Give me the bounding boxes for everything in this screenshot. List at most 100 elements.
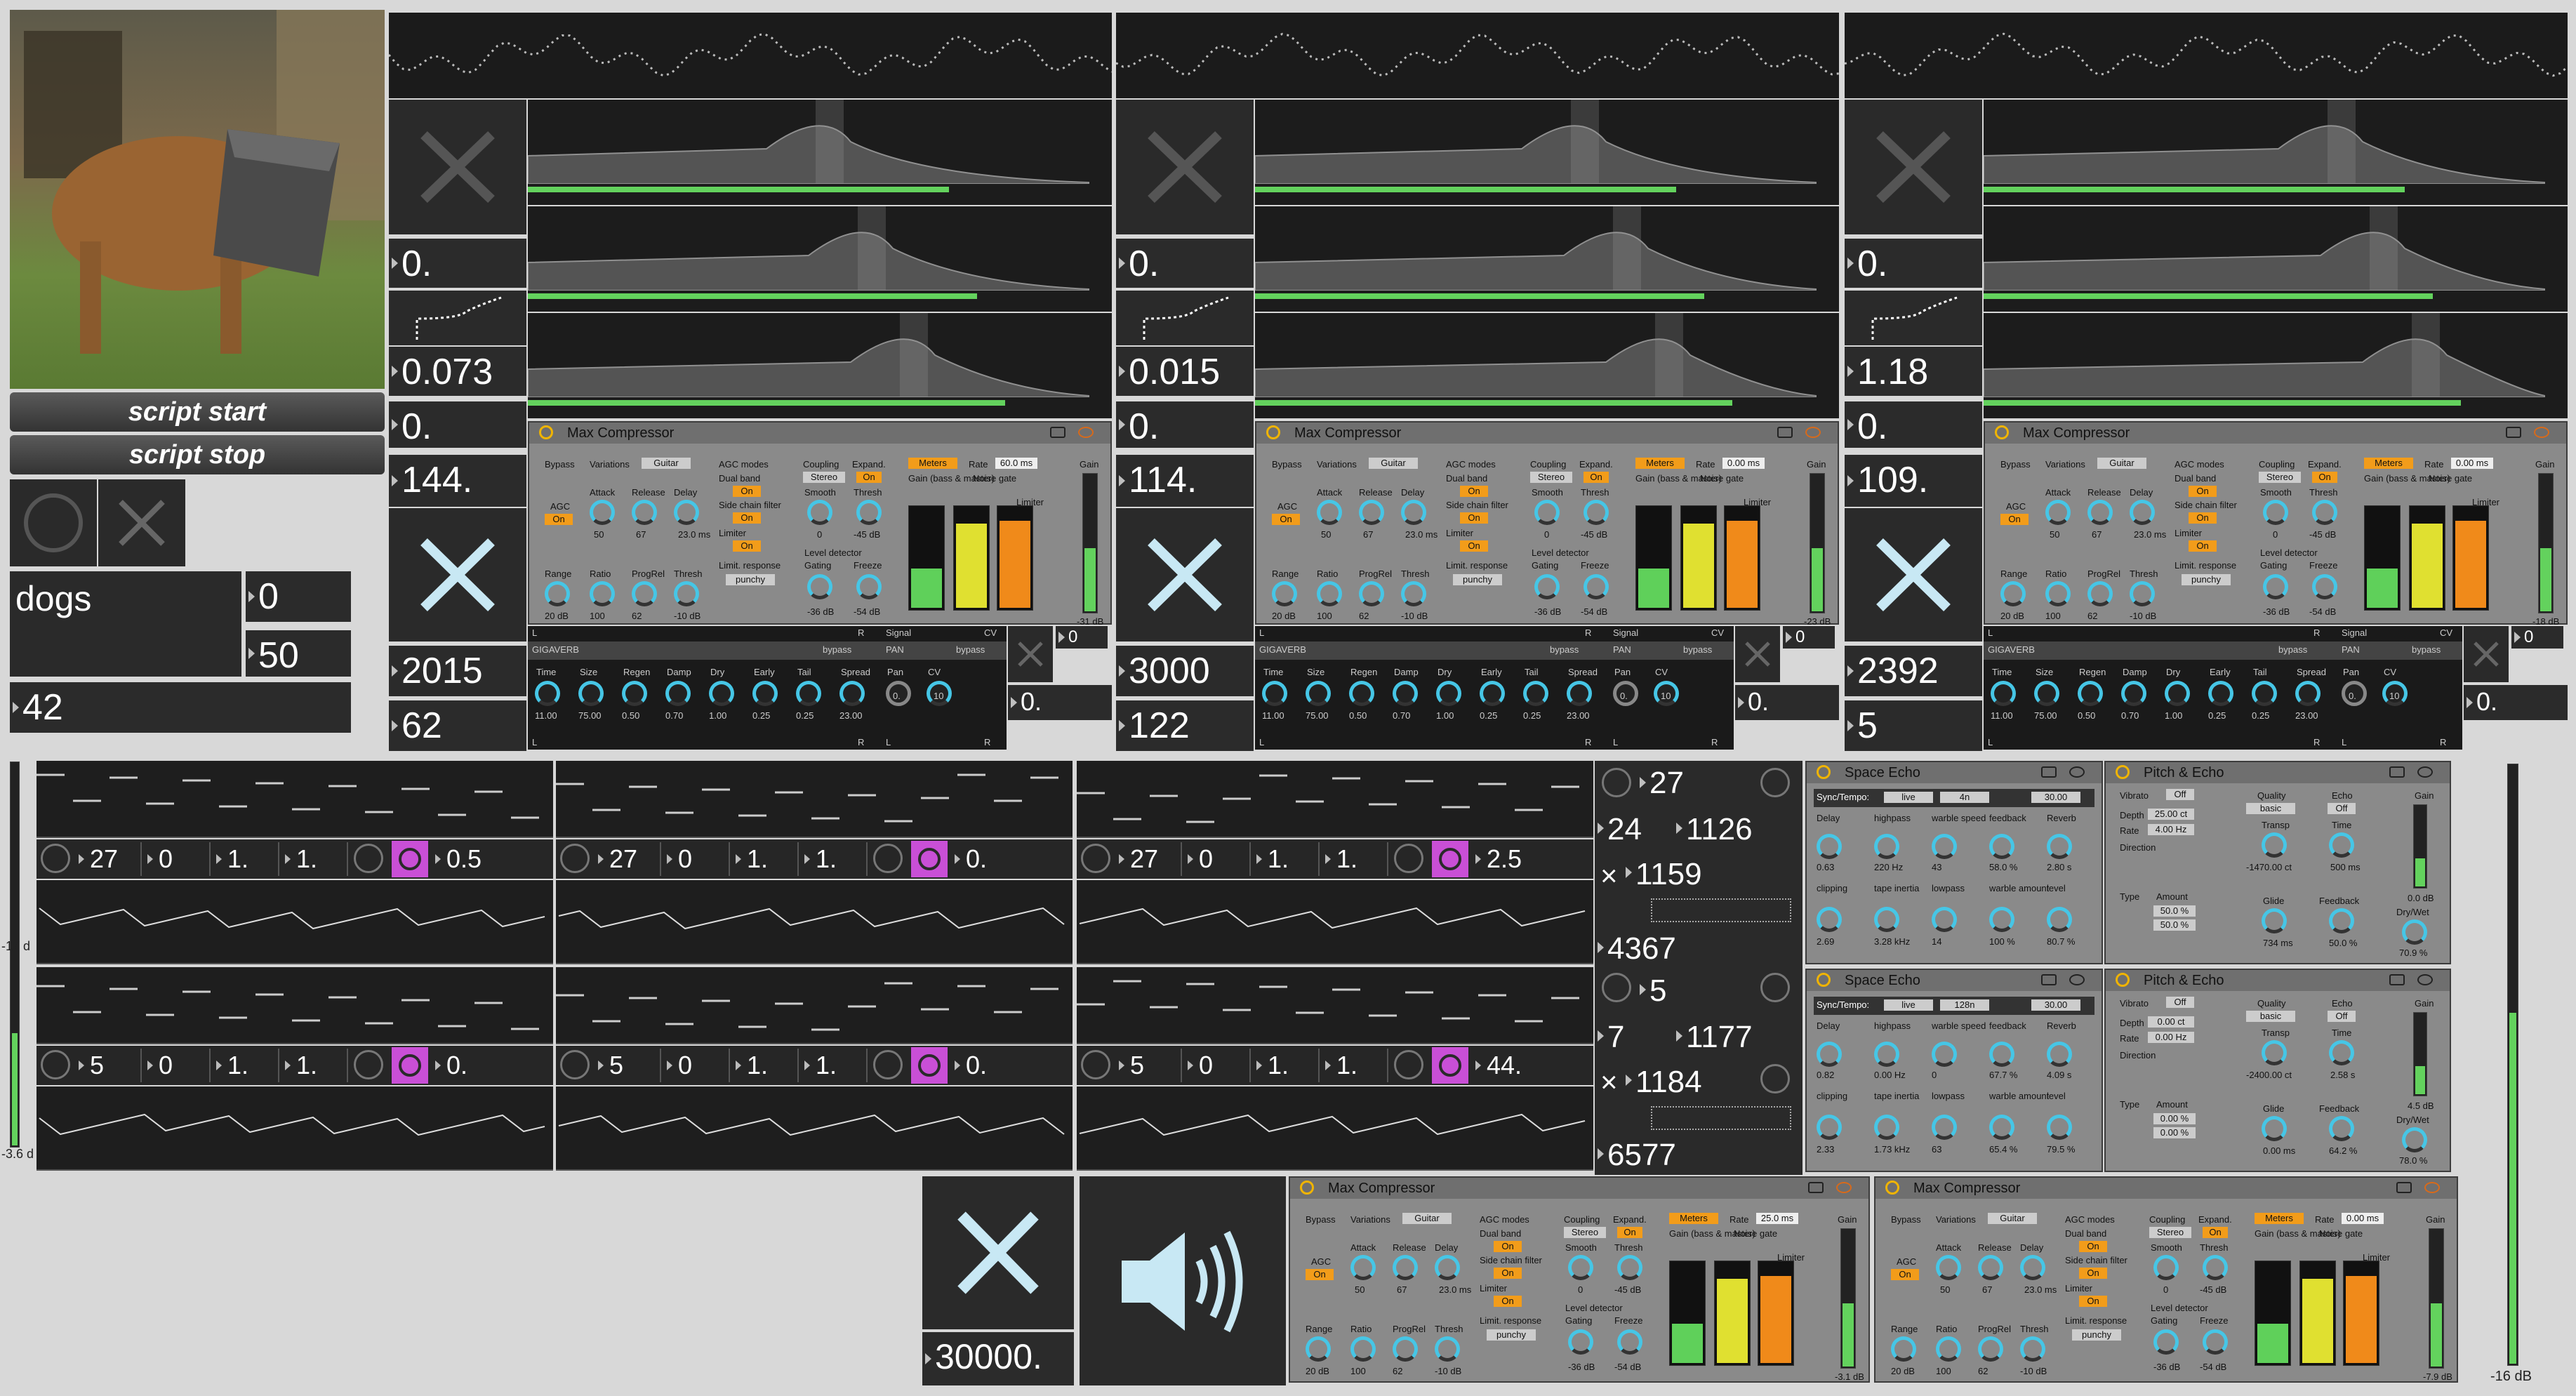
x-mark-1[interactable]: × [1600, 859, 1618, 893]
gv-size-knob[interactable] [578, 681, 604, 706]
release-knob[interactable] [632, 500, 657, 525]
num-r2-l[interactable]: 7 [1595, 1015, 1672, 1057]
small-x-toggle[interactable] [2464, 626, 2509, 682]
record-toggle[interactable] [392, 841, 428, 877]
track-toggle[interactable] [560, 1050, 590, 1079]
track-toggle-2[interactable] [873, 1050, 903, 1079]
filter-gain-bar[interactable] [1984, 293, 2433, 299]
filter-gain-bar[interactable] [528, 400, 1005, 406]
se-knob-b4[interactable] [2047, 907, 2072, 932]
ratio-knob[interactable] [1317, 581, 1342, 606]
filter-display[interactable] [1983, 100, 2568, 205]
se-knob-b2[interactable] [1932, 907, 1957, 932]
number-box-a[interactable]: 0 [246, 571, 351, 622]
delay-knob[interactable] [1435, 1255, 1460, 1280]
side-chain-toggle[interactable]: On [1494, 1268, 1522, 1279]
power-icon[interactable] [1995, 425, 2009, 439]
power-icon[interactable] [1266, 425, 1280, 439]
track-param-c[interactable]: 1. [212, 842, 279, 876]
track-param-e[interactable]: 0. [950, 842, 1071, 876]
feedback-knob[interactable] [2329, 908, 2354, 933]
small-num-2[interactable]: 0. [1735, 685, 1839, 720]
note-lane[interactable] [36, 761, 553, 838]
side-chain-toggle[interactable]: On [1460, 512, 1488, 524]
dual-band-toggle[interactable]: On [733, 486, 761, 497]
waveform-display[interactable] [387, 13, 1113, 98]
filter-gain-bar[interactable] [1984, 400, 2461, 406]
camera-icon[interactable] [2506, 427, 2521, 438]
camera-icon[interactable] [2396, 1182, 2412, 1193]
gv-early-knob[interactable] [1480, 681, 1505, 706]
track-param-b[interactable]: 0 [1183, 842, 1251, 876]
note-lane[interactable] [556, 967, 1073, 1044]
output-gain-fader[interactable] [2538, 473, 2554, 613]
freeze-knob[interactable] [856, 574, 882, 599]
smooth-knob[interactable] [807, 500, 832, 525]
thresh-knob[interactable] [2312, 500, 2337, 525]
gv-dry-knob[interactable] [1436, 681, 1461, 706]
curve-display[interactable] [389, 291, 526, 345]
camera-icon[interactable] [2389, 974, 2405, 985]
number-box-c[interactable]: 42 [10, 682, 351, 733]
velocity-graph[interactable] [1077, 880, 1593, 964]
track-param-c[interactable]: 1. [1252, 1049, 1320, 1082]
thresh-knob[interactable] [1401, 581, 1426, 606]
power-icon[interactable] [2116, 973, 2130, 987]
gv-damp-knob[interactable] [2121, 681, 2146, 706]
ratio-knob[interactable] [1936, 1336, 1961, 1362]
script-stop-button[interactable]: script stop [10, 435, 385, 474]
param-num-1[interactable]: 0. [1116, 239, 1254, 288]
se-knob-b2[interactable] [1932, 1115, 1957, 1140]
thresh-knob[interactable] [2020, 1336, 2045, 1362]
track-param-b[interactable]: 0 [663, 842, 730, 876]
gating-knob[interactable] [2153, 1329, 2179, 1355]
gating-knob[interactable] [1568, 1329, 1593, 1355]
se-knob-0[interactable] [1817, 1042, 1842, 1067]
gv-time-knob[interactable] [535, 681, 560, 706]
power-icon[interactable] [539, 425, 553, 439]
note-lane[interactable] [556, 761, 1073, 838]
param-num-4[interactable]: 114. [1116, 455, 1254, 507]
variation-select[interactable]: Guitar [1369, 458, 1418, 469]
filter-gain-bar[interactable] [1255, 187, 1676, 192]
dual-band-toggle[interactable]: On [2189, 486, 2217, 497]
gv-spread-knob[interactable] [1567, 681, 1592, 706]
gv-size-knob[interactable] [2034, 681, 2059, 706]
meters-toggle[interactable]: Meters [1669, 1213, 1718, 1224]
se-knob-0[interactable] [1817, 834, 1842, 859]
waveform-display[interactable] [1115, 13, 1840, 98]
num-r2-big[interactable]: 6577 [1595, 1133, 1802, 1175]
drywet-knob[interactable] [2402, 1127, 2427, 1152]
progrel-knob[interactable] [1978, 1336, 2003, 1362]
param-num-5[interactable]: 2392 [1845, 646, 1982, 696]
channel-enable-x[interactable] [1116, 508, 1254, 642]
release-knob[interactable] [1359, 500, 1384, 525]
gv-regen-knob[interactable] [2078, 681, 2103, 706]
gv-regen-knob[interactable] [1349, 681, 1374, 706]
se-knob-2[interactable] [1932, 1042, 1957, 1067]
power-icon[interactable] [1885, 1181, 1899, 1195]
division-select[interactable]: 128n [1940, 999, 1989, 1011]
small-num-2[interactable]: 0. [2464, 685, 2568, 720]
limit-response-select[interactable]: punchy [726, 574, 775, 585]
track-param-e[interactable]: 0. [950, 1049, 1071, 1082]
track-toggle[interactable] [41, 844, 70, 873]
curve-display[interactable] [1116, 291, 1254, 345]
param-num-2[interactable]: 0.015 [1116, 347, 1254, 396]
ratio-knob[interactable] [590, 581, 615, 606]
rate-field[interactable]: 0.00 Hz [2148, 1032, 2194, 1043]
toggle-2[interactable] [1760, 768, 1790, 797]
agc-on-toggle[interactable]: On [545, 514, 573, 525]
track-param-d[interactable]: 1. [800, 842, 868, 876]
channel-enable-x[interactable] [1845, 508, 1982, 642]
param-num-4[interactable]: 109. [1845, 455, 1982, 507]
script-start-button[interactable]: script start [10, 392, 385, 432]
record-toggle[interactable] [911, 1047, 948, 1084]
small-x-toggle[interactable] [1008, 626, 1053, 682]
gv-tail-knob[interactable] [796, 681, 821, 706]
range-knob[interactable] [1891, 1336, 1916, 1362]
feedback-knob[interactable] [2329, 1116, 2354, 1141]
track-param-a[interactable]: 27 [1115, 842, 1182, 876]
coupling-select[interactable]: Stereo [1530, 472, 1572, 483]
ratio-knob[interactable] [1350, 1336, 1376, 1362]
